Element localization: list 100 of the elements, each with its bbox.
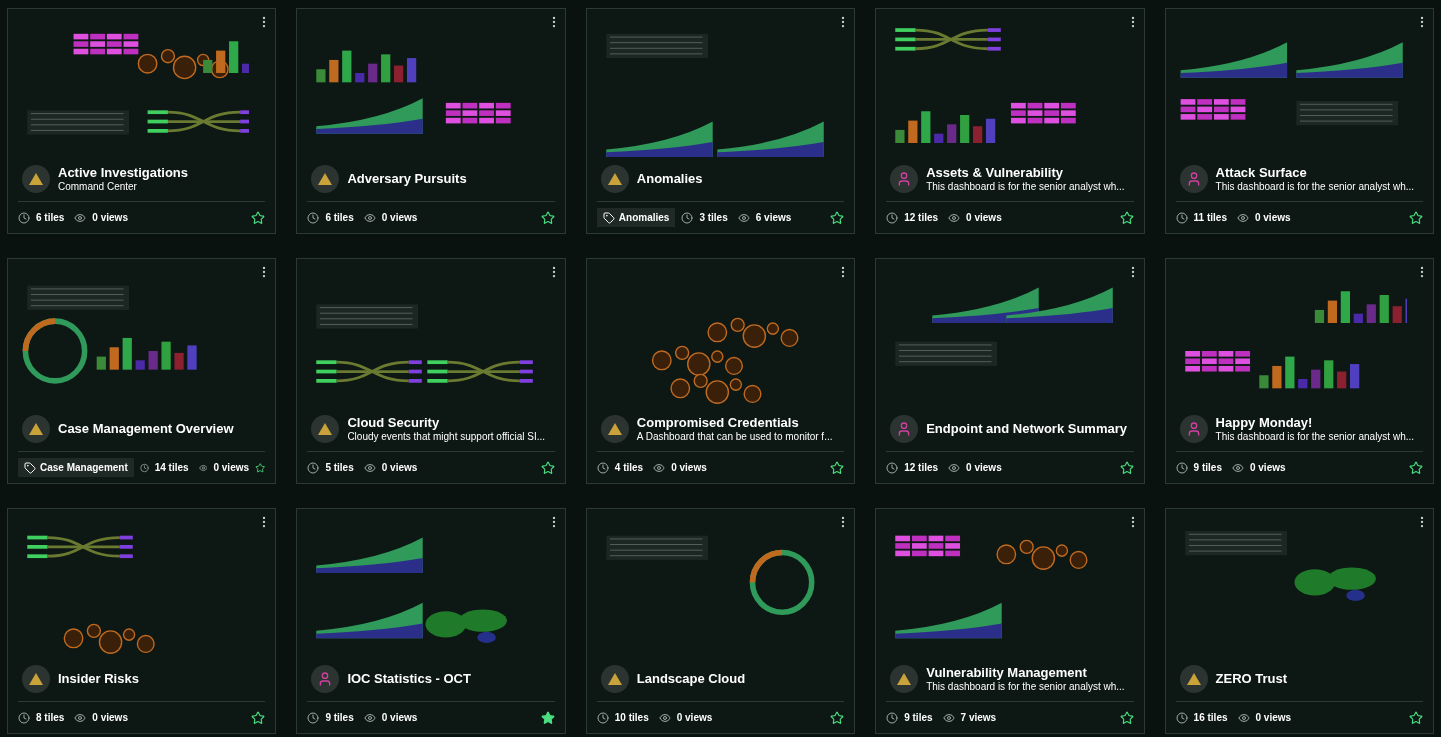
- view-count: 0 views: [92, 711, 128, 725]
- dashboard-title: Landscape Cloud: [636, 671, 746, 687]
- favorite-star-icon[interactable]: [830, 710, 845, 725]
- dashboard-description: This dashboard is for the senior analyst wh...: [926, 181, 1125, 193]
- dashboard-title: Assets & Vulnerability: [926, 165, 1064, 181]
- favorite-star-icon[interactable]: [830, 210, 845, 225]
- clock-icon: [596, 711, 609, 724]
- clock-icon: [1175, 211, 1188, 224]
- favorite-star-icon[interactable]: [1409, 460, 1423, 475]
- dashboard-card[interactable]: Attack Surface This dashboard is for the senior analyst wh... 11 tiles 0 views: [1164, 8, 1434, 234]
- dashboard-card[interactable]: Vulnerability Management This dashboard is for the senior analyst wh... 9 tiles 7 views: [875, 508, 1145, 734]
- clock-icon: [18, 711, 30, 724]
- view-count: 0 views: [1255, 711, 1292, 725]
- view-count: 7 views: [960, 711, 997, 725]
- favorite-star-icon[interactable]: [1119, 460, 1134, 475]
- heatmap-drawing: [73, 33, 139, 55]
- view-count: 0 views: [966, 461, 1002, 475]
- dashboard-card[interactable]: Happy Monday! This dashboard is for the senior analyst wh... 9 tiles 0 views: [1164, 258, 1434, 484]
- dashboard-title: IOC Statistics - OCT: [347, 671, 471, 687]
- tile-count: 4 tiles: [614, 461, 644, 475]
- dashboard-title: Vulnerability Management: [926, 665, 1088, 681]
- dashboard-card[interactable]: Insider Risks 8 tiles 0 views: [7, 508, 277, 734]
- clock-icon: [1175, 461, 1188, 474]
- eye-icon: [1236, 211, 1249, 224]
- dashboard-card[interactable]: Active Investigations Command Center 6 tiles 0 views: [7, 8, 277, 234]
- heatmap-drawing: [895, 535, 961, 557]
- tag-chip[interactable]: Case Management: [18, 458, 134, 477]
- dashboard-description: This dashboard is for the senior analyst wh...: [1215, 431, 1415, 443]
- clock-icon: [307, 211, 320, 224]
- favorite-star-icon[interactable]: [1119, 710, 1134, 725]
- dashboard-card[interactable]: Assets & Vulnerability This dashboard is for the senior analyst wh... 12 tiles 0 views: [875, 8, 1145, 234]
- favorite-star-icon[interactable]: [540, 210, 555, 225]
- dashboard-card[interactable]: Anomalies Anomalies 3 tiles 6 views: [585, 8, 856, 234]
- tile-count: 6 tiles: [325, 211, 354, 225]
- dashboard-title: Active Investigations: [58, 165, 189, 181]
- dashboard-title: Happy Monday!: [1215, 415, 1314, 431]
- clock-icon: [307, 461, 320, 474]
- tile-count: 8 tiles: [36, 711, 65, 725]
- favorite-star-icon[interactable]: [1119, 210, 1134, 225]
- tile-count: 9 tiles: [1193, 461, 1222, 475]
- dashboard-card[interactable]: Adversary Pursuits 6 tiles 0 views: [296, 8, 566, 234]
- dashboard-title: Case Management Overview: [58, 421, 234, 437]
- dashboard-description: Cloudy events that might support official SI...: [347, 431, 546, 443]
- favorite-star-icon[interactable]: [1409, 210, 1423, 225]
- eye-icon: [363, 211, 376, 224]
- clock-icon: [596, 461, 609, 474]
- view-count: 0 views: [381, 711, 418, 725]
- view-count: 0 views: [1254, 211, 1291, 225]
- avatar-icon: [890, 665, 919, 693]
- avatar-icon: [22, 165, 50, 193]
- dashboard-card[interactable]: IOC Statistics - OCT 9 tiles 0 views: [296, 508, 566, 734]
- dashboard-title: Anomalies: [636, 171, 703, 187]
- favorite-star-icon[interactable]: [1409, 710, 1423, 725]
- clock-icon: [886, 211, 899, 224]
- avatar-icon: [311, 165, 340, 193]
- dashboard-card[interactable]: Cloud Security Cloudy events that might support official SI... 5 tiles 0 views: [296, 258, 566, 484]
- dashboard-title: ZERO Trust: [1215, 671, 1288, 687]
- heatmap-drawing: [1011, 102, 1076, 124]
- dashboard-card[interactable]: Endpoint and Network Summary 12 tiles 0 views: [875, 258, 1145, 484]
- tile-count: 5 tiles: [325, 461, 354, 475]
- tile-count: 16 tiles: [1193, 711, 1228, 725]
- dashboard-description: This dashboard is for the senior analyst wh...: [1215, 181, 1415, 193]
- favorite-star-icon[interactable]: [830, 460, 845, 475]
- eye-icon: [653, 461, 666, 474]
- favorite-star-icon[interactable]: [251, 710, 266, 725]
- avatar-icon: [311, 415, 340, 443]
- dashboard-card[interactable]: ZERO Trust 16 tiles 0 views: [1164, 508, 1434, 734]
- view-count: 0 views: [966, 211, 1002, 225]
- donut-chart-drawing: [22, 318, 88, 384]
- heatmap-drawing: [446, 102, 512, 124]
- favorite-star-icon[interactable]: [255, 460, 266, 475]
- tag-icon: [24, 461, 36, 474]
- tile-count: 11 tiles: [1193, 211, 1227, 225]
- dashboard-card[interactable]: Landscape Cloud 10 tiles 0 views: [585, 508, 856, 734]
- avatar-icon: [1179, 415, 1208, 443]
- avatar-icon: [890, 165, 919, 193]
- tile-count: 12 tiles: [904, 461, 939, 475]
- clock-icon: [307, 711, 320, 724]
- eye-icon: [658, 711, 671, 724]
- view-count: 0 views: [671, 461, 707, 475]
- dashboard-card[interactable]: Compromised Credentials A Dashboard that can be used to monitor f... 4 tiles 0 views: [585, 258, 856, 484]
- clock-icon: [886, 711, 899, 724]
- clock-icon: [1175, 711, 1188, 724]
- dashboard-title: Attack Surface: [1215, 165, 1308, 181]
- tag-icon: [602, 211, 615, 224]
- favorite-star-icon[interactable]: [251, 210, 266, 225]
- tag-chip[interactable]: Anomalies: [596, 208, 676, 227]
- favorite-star-icon[interactable]: [540, 710, 555, 725]
- dashboard-description: This dashboard is for the senior analyst wh...: [926, 681, 1125, 693]
- clock-icon: [681, 211, 694, 224]
- favorite-star-icon[interactable]: [540, 460, 555, 475]
- avatar-icon: [1179, 665, 1208, 693]
- eye-icon: [1237, 711, 1250, 724]
- avatar-icon: [600, 665, 629, 693]
- clock-icon: [886, 461, 899, 474]
- donut-chart-drawing: [749, 549, 815, 615]
- tile-count: 14 tiles: [154, 461, 189, 475]
- dashboard-card[interactable]: Case Management Overview Case Management 14 tiles 0 views: [7, 258, 277, 484]
- avatar-icon: [311, 665, 340, 693]
- bar-chart-drawing: [203, 41, 250, 73]
